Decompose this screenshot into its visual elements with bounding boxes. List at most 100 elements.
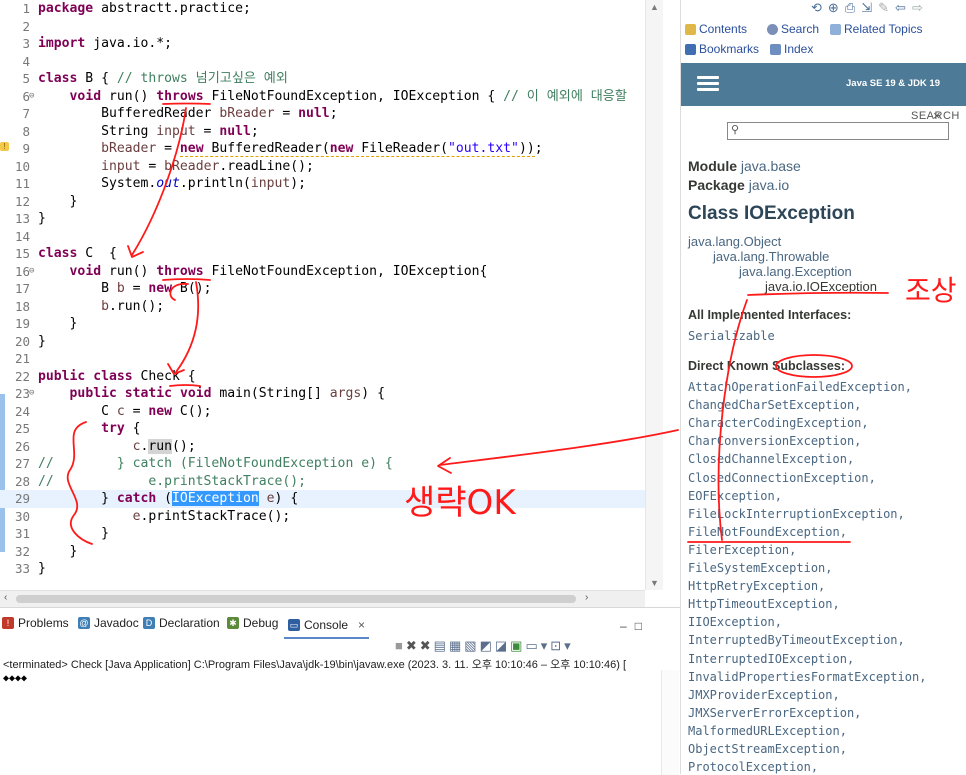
- code-line[interactable]: 1 package abstractt.practice;: [0, 0, 645, 18]
- code-line[interactable]: 16 ⊖ void run() throws FileNotFoundExcept…: [0, 263, 645, 281]
- code-text[interactable]: class B { // throws 넘기고싶은 예외: [38, 70, 288, 88]
- scroll-down-icon[interactable]: ▼: [650, 578, 659, 588]
- subclass-link[interactable]: ClosedConnectionException,: [688, 471, 876, 485]
- implemented-link[interactable]: Serializable: [688, 329, 775, 343]
- tab-problems[interactable]: ! Problems: [2, 616, 69, 630]
- code-editor[interactable]: ! 1 package abstractt.practice; 2 3 import j…: [0, 0, 663, 607]
- subclass-link[interactable]: CharConversionException,: [688, 434, 861, 448]
- code-text[interactable]: e.printStackTrace();: [38, 508, 291, 526]
- new-console-icon[interactable]: ⊡▾: [550, 638, 573, 653]
- show-in-toc-icon[interactable]: ⇲: [861, 0, 878, 15]
- show-on-output-icon[interactable]: ◩: [480, 638, 495, 653]
- code-line[interactable]: 23 ⊖ public static void main(String[] arg…: [0, 385, 645, 403]
- highlight-icon[interactable]: ✎: [878, 0, 895, 15]
- menu-icon[interactable]: [697, 76, 719, 92]
- code-line[interactable]: 22 public class Check {: [0, 368, 645, 386]
- code-text[interactable]: bReader = new BufferedReader(new FileRea…: [38, 140, 543, 158]
- subclass-link[interactable]: InvalidPropertiesFormatException,: [688, 670, 926, 684]
- subclass-link[interactable]: ChangedCharSetException,: [688, 398, 861, 412]
- close-icon[interactable]: ×: [358, 618, 365, 632]
- code-text[interactable]: void run() throws FileNotFoundException,…: [38, 88, 627, 106]
- code-text[interactable]: import java.io.*;: [38, 35, 172, 53]
- subclass-link[interactable]: ObjectStreamException,: [688, 742, 847, 756]
- subclass-link[interactable]: HttpTimeoutException,: [688, 597, 840, 611]
- code-line[interactable]: 10 input = bReader.readLine();: [0, 158, 645, 176]
- code-line[interactable]: 31 }: [0, 525, 645, 543]
- terminate-icon[interactable]: ■: [395, 638, 406, 653]
- code-line[interactable]: 18 b.run();: [0, 298, 645, 316]
- code-text[interactable]: }: [38, 543, 78, 561]
- subclass-link[interactable]: InterruptedByTimeoutException,: [688, 633, 905, 647]
- tab-console[interactable]: ▭ Console ×: [284, 613, 370, 639]
- code-text[interactable]: }: [38, 193, 78, 211]
- code-text[interactable]: input = bReader.readLine();: [38, 158, 314, 176]
- code-text[interactable]: class C {: [38, 245, 117, 263]
- code-text[interactable]: C c = new C();: [38, 403, 211, 421]
- back-icon[interactable]: ⇦: [895, 0, 912, 15]
- package-link[interactable]: java.io: [749, 177, 789, 193]
- code-line[interactable]: 4: [0, 53, 645, 71]
- subclass-link[interactable]: EOFException,: [688, 489, 782, 503]
- subclass-link[interactable]: IIOException,: [688, 615, 782, 629]
- code-line[interactable]: 27 // } catch (FileNotFoundException e) {: [0, 455, 645, 473]
- code-line[interactable]: 7 BufferedReader bReader = null;: [0, 105, 645, 123]
- scroll-right-icon[interactable]: ›: [585, 592, 588, 603]
- bookmark-add-icon[interactable]: ⊕: [828, 0, 845, 15]
- code-line[interactable]: 29 } catch (IOException e) {: [0, 490, 645, 508]
- contents-link[interactable]: Contents: [685, 22, 747, 36]
- code-line[interactable]: 15 class C {: [0, 245, 645, 263]
- code-text[interactable]: } catch (IOException e) {: [38, 490, 298, 508]
- print-icon[interactable]: ⎙: [845, 0, 861, 15]
- code-line[interactable]: 6 ⊖ void run() throws FileNotFoundExcepti…: [0, 88, 645, 106]
- code-line[interactable]: 26 c.run();: [0, 438, 645, 456]
- code-line[interactable]: 8 String input = null;: [0, 123, 645, 141]
- code-line[interactable]: 14: [0, 228, 645, 246]
- code-text[interactable]: B b = new B();: [38, 280, 211, 298]
- search-clear-icon[interactable]: ×: [933, 108, 941, 123]
- code-text[interactable]: }: [38, 315, 78, 333]
- code-text[interactable]: }: [38, 525, 109, 543]
- subclass-link[interactable]: ProtocolException,: [688, 760, 818, 774]
- pin-console-icon[interactable]: ▣: [510, 638, 525, 653]
- tab-javadoc[interactable]: @ Javadoc: [78, 616, 139, 630]
- subclass-link[interactable]: JMXProviderException,: [688, 688, 840, 702]
- scroll-left-icon[interactable]: ‹: [4, 592, 7, 603]
- hierarchy-exception[interactable]: java.lang.Exception: [739, 264, 852, 279]
- code-line[interactable]: 12 }: [0, 193, 645, 211]
- code-line[interactable]: 11 System.out.println(input);: [0, 175, 645, 193]
- subclass-link[interactable]: FilerException,: [688, 543, 796, 557]
- code-line[interactable]: 5 class B { // throws 넘기고싶은 예외: [0, 70, 645, 88]
- sync-toc-icon[interactable]: ⟲: [811, 0, 828, 15]
- forward-icon[interactable]: ⇨: [912, 0, 929, 15]
- scroll-up-icon[interactable]: ▲: [650, 2, 659, 12]
- code-line[interactable]: 28 // e.printStackTrace();: [0, 473, 645, 491]
- tab-debug[interactable]: ✱ Debug: [227, 616, 278, 630]
- index-link[interactable]: Index: [770, 42, 813, 56]
- hierarchy-object[interactable]: java.lang.Object: [688, 234, 781, 249]
- module-link[interactable]: java.base: [741, 158, 801, 174]
- code-text[interactable]: void run() throws FileNotFoundException,…: [38, 263, 488, 281]
- subclass-link[interactable]: HttpRetryException,: [688, 579, 825, 593]
- maximize-icon[interactable]: □: [635, 619, 650, 633]
- code-line[interactable]: 25 try {: [0, 420, 645, 438]
- code-text[interactable]: }: [38, 210, 46, 228]
- word-wrap-icon[interactable]: ▧: [464, 638, 479, 653]
- minimize-icon[interactable]: –: [620, 619, 635, 633]
- console-output[interactable]: ◆◆◆◆: [3, 673, 27, 684]
- code-line[interactable]: 3 import java.io.*;: [0, 35, 645, 53]
- code-text[interactable]: b.run();: [38, 298, 164, 316]
- code-text[interactable]: c.run();: [38, 438, 196, 456]
- scroll-thumb[interactable]: [16, 595, 576, 603]
- display-console-icon[interactable]: ▭▾: [525, 638, 550, 653]
- subclass-link[interactable]: FileSystemException,: [688, 561, 833, 575]
- code-text[interactable]: public class Check {: [38, 368, 196, 386]
- remove-all-icon[interactable]: ✖: [420, 638, 434, 653]
- code-text[interactable]: public static void main(String[] args) {: [38, 385, 385, 403]
- editor-horizontal-scrollbar[interactable]: ‹ ›: [0, 590, 645, 607]
- code-line[interactable]: 9 bReader = new BufferedReader(new FileR…: [0, 140, 645, 158]
- tab-declaration[interactable]: D Declaration: [143, 616, 220, 630]
- show-on-error-icon[interactable]: ◪: [495, 638, 510, 653]
- hierarchy-throwable[interactable]: java.lang.Throwable: [713, 249, 829, 264]
- code-text[interactable]: // e.printStackTrace();: [38, 473, 306, 491]
- subclass-link[interactable]: ClosedChannelException,: [688, 452, 854, 466]
